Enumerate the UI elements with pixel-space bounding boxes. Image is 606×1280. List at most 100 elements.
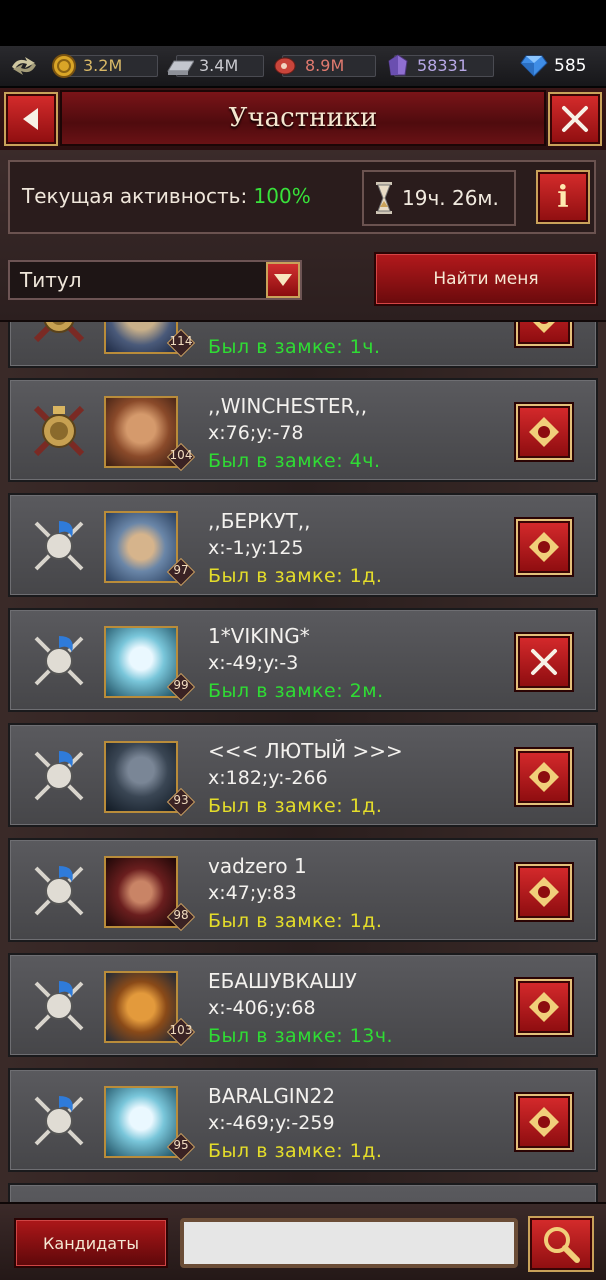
member-row[interactable]: 97 ,,БЕРКУТ,, x:-1;y:125 Был в замке: 1д… bbox=[8, 493, 598, 597]
page-title: Участники bbox=[228, 103, 378, 133]
blue-helmet-icon bbox=[28, 860, 90, 922]
level-badge: 93 bbox=[166, 787, 196, 817]
info-button[interactable]: i bbox=[536, 170, 590, 224]
search-input[interactable] bbox=[180, 1218, 518, 1268]
member-row[interactable]: 114 Был в замке: 1ч. bbox=[8, 322, 598, 368]
teleport-button[interactable] bbox=[516, 322, 572, 346]
blue-helmet-icon bbox=[28, 515, 90, 577]
member-row[interactable]: 104 ,,WINCHESTER,, x:76;y:-78 Был в замк… bbox=[8, 378, 598, 482]
last-seen: Был в замке: 1д. bbox=[208, 795, 383, 817]
info-icon: i bbox=[557, 179, 569, 215]
hourglass-icon bbox=[376, 182, 392, 214]
teleport-button[interactable] bbox=[516, 404, 572, 460]
blue-helmet-icon bbox=[28, 630, 90, 692]
swap-arrows-icon[interactable] bbox=[6, 51, 42, 81]
remove-button[interactable] bbox=[516, 634, 572, 690]
member-row[interactable]: 103 ЕБАШУВКАШУ x:-406;y:68 Был в замке: … bbox=[8, 953, 598, 1057]
member-name: BARALGIN22 bbox=[208, 1084, 336, 1108]
title-plate: Участники bbox=[60, 90, 546, 146]
member-name: <<< ЛЮТЫЙ >>> bbox=[208, 739, 403, 763]
member-name: ЕБАШУВКАШУ bbox=[208, 969, 357, 993]
last-seen: Был в замке: 13ч. bbox=[208, 1025, 394, 1047]
member-name: ,,БЕРКУТ,, bbox=[208, 509, 311, 533]
chevron-down-icon[interactable] bbox=[266, 262, 300, 298]
member-row[interactable]: 95 BARALGIN22 x:-469;y:-259 Был в замке:… bbox=[8, 1068, 598, 1172]
member-name: vadzero 1 bbox=[208, 854, 307, 878]
resource-gold[interactable]: 3.2M bbox=[50, 53, 158, 79]
teleport-button[interactable] bbox=[516, 519, 572, 575]
title-bar: Участники bbox=[0, 88, 606, 150]
title-filter-select[interactable]: Титул bbox=[8, 260, 302, 300]
last-seen: Был в замке: 4ч. bbox=[208, 450, 381, 472]
last-seen: Был в замке: 1д. bbox=[208, 565, 383, 587]
meat-icon bbox=[272, 52, 300, 80]
member-row[interactable]: 93 <<< ЛЮТЫЙ >>> x:182;y:-266 Был в замк… bbox=[8, 723, 598, 827]
teleport-icon bbox=[529, 1107, 559, 1137]
activity-box: Текущая активность: 100% 19ч. 26м. i bbox=[8, 160, 596, 234]
resource-iron[interactable]: 3.4M bbox=[166, 53, 264, 79]
timer-box: 19ч. 26м. bbox=[362, 170, 516, 226]
member-coords: x:-406;y:68 bbox=[208, 997, 316, 1019]
last-seen: Был в замке: 2м. bbox=[208, 680, 384, 702]
level-badge: 104 bbox=[166, 442, 196, 472]
member-coords: x:182;y:-266 bbox=[208, 767, 328, 789]
info-panel: Текущая активность: 100% 19ч. 26м. i Тит… bbox=[0, 150, 606, 322]
member-row[interactable]: 98 vadzero 1 x:47;y:83 Был в замке: 1д. bbox=[8, 838, 598, 942]
search-button[interactable] bbox=[528, 1216, 594, 1272]
blue-helmet-icon bbox=[28, 1090, 90, 1152]
resource-gems[interactable]: 585 bbox=[520, 53, 586, 79]
gold-crest-icon bbox=[28, 400, 90, 462]
member-coords: x:-469;y:-259 bbox=[208, 1112, 335, 1134]
close-button[interactable] bbox=[548, 92, 602, 146]
teleport-button[interactable] bbox=[516, 1094, 572, 1150]
resources-bar: 3.2M 3.4M 8.9M 58331 585 bbox=[0, 46, 606, 88]
resource-food[interactable]: 8.9M bbox=[272, 53, 376, 79]
last-seen: Был в замке: 1д. bbox=[208, 1140, 383, 1162]
member-coords: x:47;y:83 bbox=[208, 882, 297, 904]
member-row[interactable] bbox=[8, 1183, 598, 1202]
member-row[interactable]: 99 1*VIKING* x:-49;y:-3 Был в замке: 2м. bbox=[8, 608, 598, 712]
level-badge: 95 bbox=[166, 1132, 196, 1162]
crystal-icon bbox=[384, 52, 412, 80]
member-coords: x:-1;y:125 bbox=[208, 537, 304, 559]
member-name: 1*VIKING* bbox=[208, 624, 310, 648]
search-icon bbox=[544, 1227, 580, 1263]
activity-label-text: Текущая активность: bbox=[22, 184, 248, 208]
skull-warrior-avatar bbox=[104, 322, 178, 354]
teleport-icon bbox=[529, 532, 559, 562]
last-seen: Был в замке: 1д. bbox=[208, 910, 383, 932]
gold-crest-icon bbox=[28, 322, 90, 348]
candidates-button[interactable]: Кандидаты bbox=[14, 1218, 168, 1268]
status-bar bbox=[0, 0, 606, 46]
close-icon bbox=[562, 106, 588, 132]
member-name: ,,WINCHESTER,, bbox=[208, 394, 368, 418]
teleport-icon bbox=[529, 762, 559, 792]
member-coords: x:76;y:-78 bbox=[208, 422, 304, 444]
teleport-icon bbox=[533, 322, 555, 333]
gem-icon bbox=[520, 52, 548, 80]
activity-label: Текущая активность: 100% bbox=[22, 184, 311, 208]
level-badge: 114 bbox=[166, 328, 196, 358]
member-list[interactable]: 114 Был в замке: 1ч. 104 ,,WINCHESTER,, … bbox=[0, 322, 606, 1202]
teleport-icon bbox=[529, 877, 559, 907]
iron-ingot-icon bbox=[166, 52, 194, 80]
level-badge: 99 bbox=[166, 672, 196, 702]
member-coords: x:-49;y:-3 bbox=[208, 652, 299, 674]
teleport-button[interactable] bbox=[516, 864, 572, 920]
back-button[interactable] bbox=[4, 92, 58, 146]
close-icon bbox=[531, 649, 557, 675]
level-badge: 103 bbox=[166, 1017, 196, 1047]
teleport-icon bbox=[529, 992, 559, 1022]
teleport-button[interactable] bbox=[516, 979, 572, 1035]
teleport-button[interactable] bbox=[516, 749, 572, 805]
find-me-button[interactable]: Найти меня bbox=[374, 252, 598, 306]
bottom-bar: Кандидаты bbox=[0, 1202, 606, 1280]
level-badge: 97 bbox=[166, 557, 196, 587]
gold-coin-icon bbox=[50, 52, 78, 80]
level-badge: 98 bbox=[166, 902, 196, 932]
activity-value: 100% bbox=[253, 184, 311, 208]
timer-text: 19ч. 26м. bbox=[402, 186, 499, 210]
blue-helmet-icon bbox=[28, 745, 90, 807]
title-filter-value: Титул bbox=[20, 268, 82, 292]
resource-stone[interactable]: 58331 bbox=[384, 53, 494, 79]
